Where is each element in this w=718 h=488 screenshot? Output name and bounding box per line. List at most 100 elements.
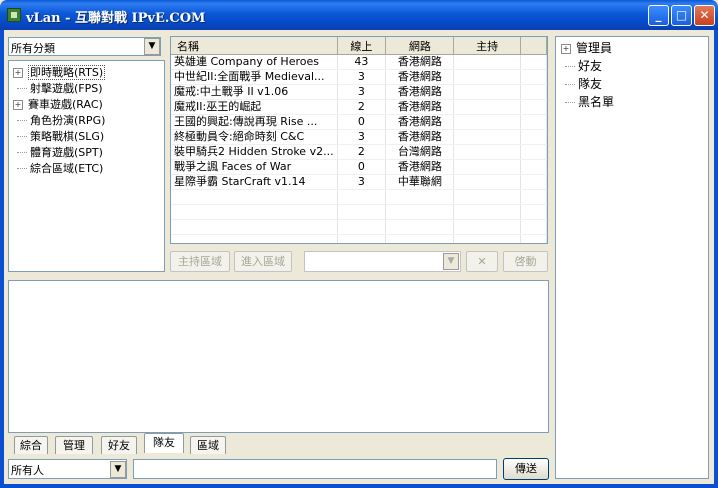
empty-cell — [520, 234, 547, 243]
tree-item[interactable]: 體育遊戲(SPT) — [13, 145, 105, 161]
tree-line — [17, 152, 27, 154]
window-frame-bottom — [0, 484, 718, 488]
minimize-icon: _ — [655, 8, 662, 22]
table-cell: 0 — [337, 159, 387, 175]
contact-group-label: 隊友 — [578, 77, 603, 91]
column-header[interactable]: 主持 — [453, 37, 521, 55]
maximize-button[interactable]: □ — [671, 5, 692, 26]
tree-item[interactable]: 綜合區域(ETC) — [13, 161, 105, 177]
tree-item[interactable]: 角色扮演(RPG) — [13, 113, 105, 129]
empty-row — [171, 219, 547, 235]
expand-icon[interactable]: + — [561, 43, 571, 54]
host-room-button[interactable]: 主持區域 — [170, 251, 230, 272]
category-select[interactable]: 所有分類 ▼ — [8, 37, 161, 56]
table-row[interactable]: 星際爭霸 StarCraft v1.14 3 中華聯網 — [171, 174, 547, 190]
start-button[interactable]: 啓動 — [503, 251, 548, 272]
tree-item[interactable]: + 賽車遊戲(RAC) — [13, 97, 105, 113]
table-cell: 星際爭霸 StarCraft v1.14 — [171, 174, 338, 190]
table-cell: 裝甲騎兵2 Hidden Stroke v2... — [171, 144, 338, 160]
expand-icon[interactable]: + — [13, 100, 23, 110]
tab-4[interactable]: 區域 — [190, 436, 226, 454]
close-window-button[interactable]: ✕ — [694, 5, 715, 26]
tree-line — [565, 65, 575, 68]
tree-line — [565, 101, 575, 104]
empty-cell — [337, 189, 387, 205]
table-row[interactable]: 戰爭之諷 Faces of War 0 香港網路 — [171, 159, 547, 175]
tree-item-label: 策略戰棋(SLG) — [30, 130, 105, 143]
table-cell: 王國的興起:傳說再現 Rise ... — [171, 114, 338, 130]
minimize-button[interactable]: _ — [648, 5, 669, 26]
tree-item[interactable]: + 即時戰略(RTS) — [13, 65, 106, 81]
room-list[interactable]: 名稱 線上 網路 主持 英雄連 Company of Heroes 43 香港網路 中世紀I… — [170, 36, 548, 244]
room-option-select[interactable]: ▼ — [304, 251, 461, 272]
column-header[interactable]: 線上 — [337, 37, 387, 55]
tree-item[interactable]: 策略戰棋(SLG) — [13, 129, 105, 145]
recipient-select[interactable]: 所有人 ▼ — [8, 459, 127, 479]
chevron-down-icon[interactable]: ▼ — [144, 38, 160, 55]
table-row[interactable]: 裝甲騎兵2 Hidden Stroke v2... 2 台灣網路 — [171, 144, 547, 160]
chat-log[interactable] — [8, 280, 549, 433]
tree-line — [17, 136, 27, 138]
table-row[interactable]: 終極動員令:絕命時刻 C&C 3 香港網路 — [171, 129, 547, 145]
table-cell — [453, 144, 521, 160]
tree-item-label: 射擊遊戲(FPS) — [30, 82, 103, 95]
table-row[interactable]: 魔戒II:巫王的崛起 2 香港網路 — [171, 99, 547, 115]
tree-item-label: 即時戰略(RTS) — [28, 65, 106, 80]
table-cell: 香港網路 — [385, 159, 455, 175]
empty-cell — [171, 189, 338, 205]
empty-cell — [385, 189, 455, 205]
tab-2[interactable]: 好友 — [101, 436, 137, 454]
tree-item-label: 賽車遊戲(RAC) — [28, 98, 103, 111]
expand-icon[interactable]: + — [13, 68, 23, 78]
table-cell: 43 — [337, 54, 387, 70]
table-row[interactable]: 魔戒:中土戰爭 II v1.06 3 香港網路 — [171, 84, 547, 100]
table-row[interactable]: 英雄連 Company of Heroes 43 香港網路 — [171, 54, 547, 70]
contact-tree[interactable]: + 管理員好友隊友黑名單 — [555, 36, 709, 479]
chat-message-input[interactable] — [133, 459, 497, 479]
table-cell-filler — [520, 144, 547, 160]
empty-cell — [385, 219, 455, 235]
contact-group[interactable]: 黑名單 — [561, 93, 614, 111]
contact-group[interactable]: + 管理員 — [561, 39, 614, 57]
table-row[interactable]: 王國的興起:傳說再現 Rise ... 0 香港網路 — [171, 114, 547, 130]
table-cell: 魔戒:中土戰爭 II v1.06 — [171, 84, 338, 100]
table-cell-filler — [520, 129, 547, 145]
table-cell: 英雄連 Company of Heroes — [171, 54, 338, 70]
empty-cell — [453, 219, 521, 235]
empty-cell — [171, 204, 338, 220]
table-cell: 0 — [337, 114, 387, 130]
send-button[interactable]: 傳送 — [503, 458, 549, 480]
game-category-tree[interactable]: + 即時戰略(RTS) 射擊遊戲(FPS) + 賽車遊戲(RAC) 角色扮演(RPG) 策略… — [8, 60, 165, 272]
enter-room-button[interactable]: 進入區域 — [234, 251, 292, 272]
column-header[interactable]: 名稱 — [171, 37, 338, 55]
close-room-button[interactable]: ✕ — [466, 251, 498, 272]
column-header[interactable]: 網路 — [385, 37, 455, 55]
tree-item-label: 綜合區域(ETC) — [30, 162, 104, 175]
tab-3[interactable]: 隊友 — [144, 433, 184, 453]
table-cell — [453, 54, 521, 70]
table-cell: 3 — [337, 84, 387, 100]
table-cell — [453, 159, 521, 175]
table-row[interactable]: 中世紀II:全面戰爭 Medieval... 3 香港網路 — [171, 69, 547, 85]
chevron-down-icon[interactable]: ▼ — [443, 253, 459, 270]
tree-line — [17, 88, 27, 90]
tree-line — [17, 168, 27, 170]
empty-cell — [385, 204, 455, 220]
tab-1[interactable]: 管理 — [55, 436, 93, 454]
contact-group[interactable]: 好友 — [561, 57, 614, 75]
tree-item[interactable]: 射擊遊戲(FPS) — [13, 81, 105, 97]
empty-cell — [385, 234, 455, 243]
category-select-value: 所有分類 — [11, 42, 55, 55]
tab-0[interactable]: 綜合 — [14, 436, 48, 454]
table-cell — [453, 84, 521, 100]
contact-group[interactable]: 隊友 — [561, 75, 614, 93]
table-cell — [453, 174, 521, 190]
empty-cell — [520, 219, 547, 235]
contact-group-label: 好友 — [578, 59, 603, 73]
empty-cell — [337, 219, 387, 235]
empty-cell — [520, 204, 547, 220]
empty-cell — [171, 219, 338, 235]
app-icon — [7, 8, 21, 22]
table-cell: 香港網路 — [385, 129, 455, 145]
chevron-down-icon[interactable]: ▼ — [110, 461, 126, 478]
